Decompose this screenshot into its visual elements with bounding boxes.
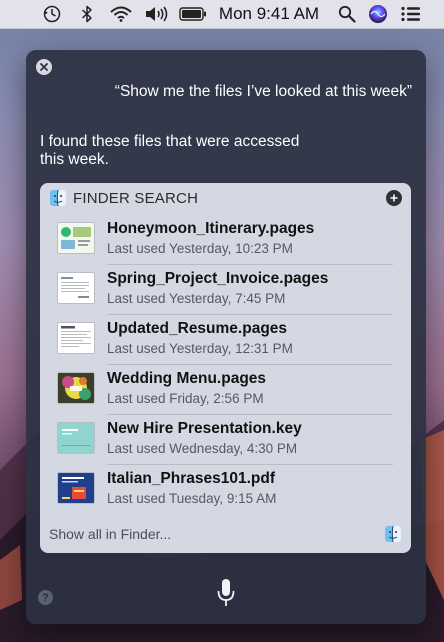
file-row[interactable]: New Hire Presentation.key Last used Wedn… (40, 415, 411, 465)
file-thumbnail (58, 473, 94, 503)
file-last-used: Last used Yesterday, 12:31 PM (107, 341, 293, 356)
card-title: FINDER SEARCH (73, 190, 199, 207)
file-name: New Hire Presentation.key (107, 420, 302, 437)
file-thumbnail (58, 273, 94, 303)
clock-text: Mon 9:41 AM (218, 4, 320, 23)
file-name: Honeymoon_Itinerary.pages (107, 220, 315, 237)
close-icon (40, 63, 48, 71)
file-last-used: Last used Yesterday, 7:45 PM (107, 291, 286, 306)
menu-bar: Mon 9:41 AM (0, 0, 444, 29)
plus-icon (390, 194, 398, 202)
file-last-used: Last used Wednesday, 4:30 PM (107, 441, 298, 456)
siri-icon[interactable] (366, 0, 390, 28)
microphone-icon[interactable] (216, 578, 236, 608)
volume-icon[interactable] (144, 0, 172, 28)
file-row[interactable]: Wedding Menu.pages Last used Friday, 2:5… (40, 365, 411, 415)
file-thumbnail (58, 223, 94, 253)
spotlight-search-icon[interactable] (336, 0, 358, 28)
finder-icon (50, 190, 66, 206)
finder-search-card: FINDER SEARCH Honeymoon_Itinerary.pages … (40, 183, 411, 553)
file-last-used: Last used Friday, 2:56 PM (107, 391, 264, 406)
siri-query-text: “Show me the files I’ve looked at this w… (114, 83, 412, 100)
notification-center-icon[interactable] (398, 0, 424, 28)
help-button[interactable]: ? (38, 590, 53, 605)
file-row[interactable]: Honeymoon_Itinerary.pages Last used Yest… (40, 215, 411, 265)
file-thumbnail (58, 423, 94, 453)
file-row[interactable]: Spring_Project_Invoice.pages Last used Y… (40, 265, 411, 315)
bluetooth-icon[interactable] (78, 0, 96, 28)
file-name: Updated_Resume.pages (107, 320, 288, 337)
card-header: FINDER SEARCH (40, 183, 411, 213)
file-last-used: Last used Tuesday, 9:15 AM (107, 491, 277, 506)
time-machine-icon[interactable] (40, 0, 64, 28)
file-row[interactable]: Italian_Phrases101.pdf Last used Tuesday… (40, 465, 411, 515)
file-name: Italian_Phrases101.pdf (107, 470, 275, 487)
close-button[interactable] (36, 59, 52, 75)
wifi-icon[interactable] (108, 0, 134, 28)
file-thumbnail (58, 373, 94, 403)
file-last-used: Last used Yesterday, 10:23 PM (107, 241, 293, 256)
open-finder-icon[interactable] (385, 526, 401, 542)
siri-panel: “Show me the files I’ve looked at this w… (26, 50, 426, 624)
siri-response-text: I found these files that were accessed t… (40, 133, 300, 168)
add-to-notification-center-button[interactable] (386, 190, 402, 206)
file-row[interactable]: Updated_Resume.pages Last used Yesterday… (40, 315, 411, 365)
menubar-clock[interactable]: Mon 9:41 AM (216, 0, 322, 28)
show-all-in-finder-link[interactable]: Show all in Finder... (49, 526, 171, 542)
file-name: Spring_Project_Invoice.pages (107, 270, 329, 287)
file-thumbnail (58, 323, 94, 353)
file-name: Wedding Menu.pages (107, 370, 267, 387)
battery-icon[interactable] (178, 0, 208, 28)
